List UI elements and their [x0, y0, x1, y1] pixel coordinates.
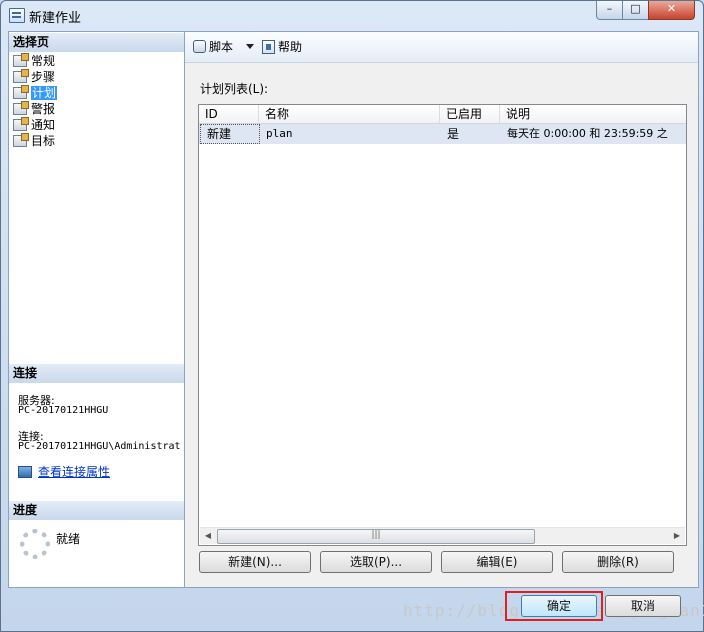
horizontal-scrollbar[interactable]: ◀ ||| ▶ — [200, 527, 685, 544]
connection-header: 连接 — [9, 364, 184, 383]
server-value: PC-20170121HHGU — [18, 405, 109, 416]
view-connection-properties-link[interactable]: 查看连接属性 — [18, 463, 110, 480]
help-button[interactable]: 帮助 — [262, 39, 302, 55]
cell-name: plan — [266, 127, 293, 140]
right-pane: 脚本 帮助 计划列表(L): ID 名称 已启用 说明 新建 plan 是 每天… — [185, 32, 698, 587]
cell-description: 每天在 0:00:00 和 23:59:59 之 — [507, 127, 668, 140]
page-item-schedules[interactable]: 计划 — [13, 85, 58, 101]
column-header-id[interactable]: ID — [199, 105, 259, 123]
scroll-left-icon[interactable]: ◀ — [200, 528, 216, 544]
view-connection-properties-label: 查看连接属性 — [38, 465, 111, 479]
table-row[interactable]: 新建 plan 是 每天在 0:00:00 和 23:59:59 之 — [199, 124, 686, 144]
page-icon — [13, 117, 29, 131]
page-item-alerts[interactable]: 警报 — [13, 101, 55, 117]
progress-spinner-icon — [20, 529, 50, 559]
column-header-description[interactable]: 说明 — [500, 105, 686, 123]
window-title: 新建作业 — [29, 11, 82, 26]
maximize-button[interactable]: □ — [622, 1, 649, 20]
page-item-targets[interactable]: 目标 — [13, 133, 55, 149]
cell-enabled: 是 — [447, 127, 460, 141]
script-label: 脚本 — [209, 40, 234, 54]
page-icon — [13, 69, 29, 83]
cell-id: 新建 — [200, 124, 260, 144]
help-icon — [262, 40, 275, 54]
page-icon — [13, 53, 29, 67]
script-dropdown-arrow-icon[interactable] — [246, 44, 254, 49]
cancel-button[interactable]: 取消 — [605, 595, 681, 617]
schedule-list-label: 计划列表(L): — [200, 82, 269, 96]
help-label: 帮助 — [278, 40, 303, 54]
close-button[interactable]: ✕ — [648, 1, 695, 20]
page-item-label: 警报 — [31, 102, 56, 116]
column-header-enabled[interactable]: 已启用 — [440, 105, 500, 123]
new-schedule-button[interactable]: 新建(N)... — [199, 551, 311, 573]
scroll-right-icon[interactable]: ▶ — [669, 528, 685, 544]
page-item-label: 通知 — [31, 118, 56, 132]
page-icon — [13, 133, 29, 147]
toolbar: 脚本 帮助 — [185, 32, 698, 63]
progress-status: 就绪 — [56, 532, 81, 546]
delete-schedule-button[interactable]: 删除(R) — [562, 551, 674, 573]
page-item-label: 步骤 — [31, 70, 56, 84]
scrollbar-thumb[interactable]: ||| — [217, 529, 535, 544]
page-icon — [13, 85, 29, 99]
schedule-list-header: ID 名称 已启用 说明 — [199, 105, 686, 124]
pick-schedule-button[interactable]: 选取(P)... — [320, 551, 432, 573]
new-job-window: 新建作业 – □ ✕ 选择页 常规 步骤 计划 警报 通知 目标 连接 服务器:… — [0, 0, 704, 632]
page-item-notifications[interactable]: 通知 — [13, 117, 55, 133]
minimize-button[interactable]: – — [596, 1, 623, 20]
left-pane: 选择页 常规 步骤 计划 警报 通知 目标 连接 服务器: PC-2017012… — [9, 32, 185, 587]
column-header-name[interactable]: 名称 — [259, 105, 440, 123]
progress-header: 进度 — [9, 501, 184, 520]
schedule-list[interactable]: ID 名称 已启用 说明 新建 plan 是 每天在 0:00:00 和 23:… — [198, 104, 687, 546]
connection-value: PC-20170121HHGU\Administrat — [18, 441, 181, 452]
edit-schedule-button[interactable]: 编辑(E) — [441, 551, 553, 573]
dialog-client-area: 选择页 常规 步骤 计划 警报 通知 目标 连接 服务器: PC-2017012… — [8, 31, 699, 588]
window-app-icon — [9, 8, 25, 23]
script-button[interactable]: 脚本 — [193, 39, 233, 55]
page-item-label: 计划 — [31, 86, 58, 100]
page-item-label: 常规 — [31, 54, 56, 68]
page-icon — [13, 101, 29, 115]
page-item-label: 目标 — [31, 134, 56, 148]
select-page-header: 选择页 — [9, 33, 184, 52]
page-item-steps[interactable]: 步骤 — [13, 69, 55, 85]
page-item-general[interactable]: 常规 — [13, 53, 55, 69]
script-icon — [193, 40, 206, 53]
ok-button-highlight-box — [505, 591, 603, 621]
connection-properties-icon — [18, 466, 32, 478]
title-bar[interactable]: 新建作业 – □ ✕ — [1, 1, 703, 29]
